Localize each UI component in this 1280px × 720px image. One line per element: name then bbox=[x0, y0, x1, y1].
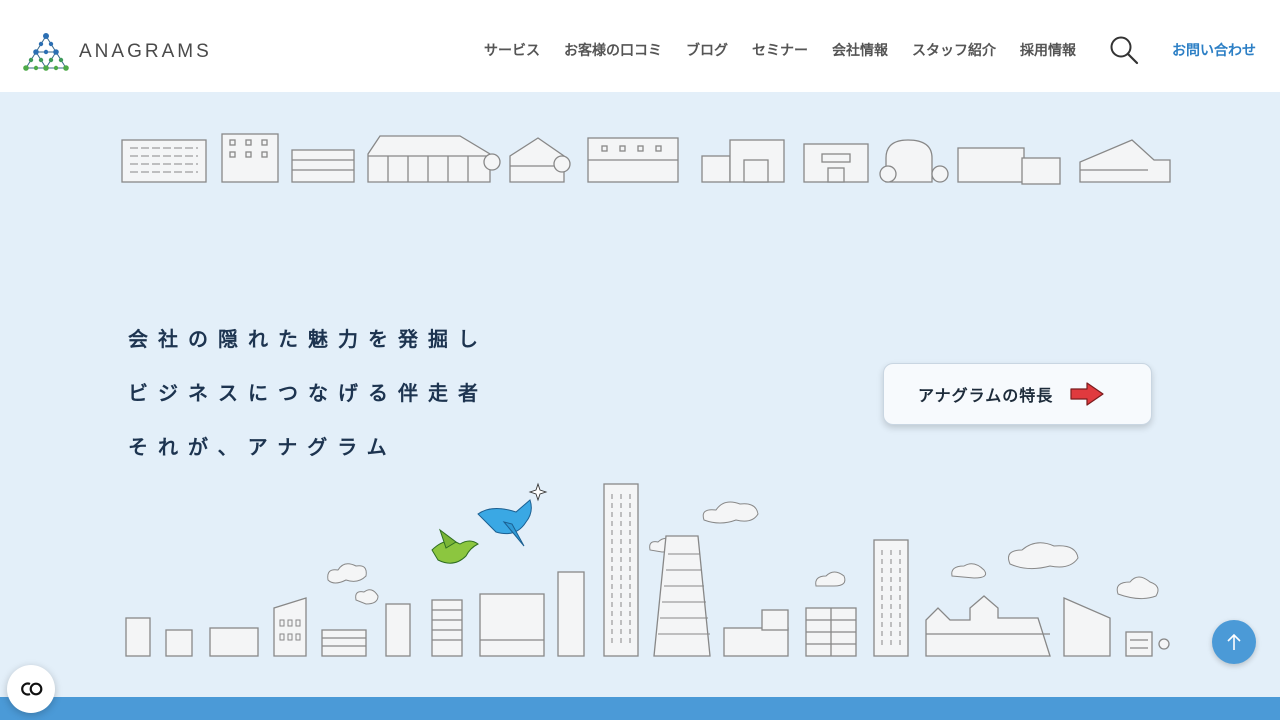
nav-item-company[interactable]: 会社情報 bbox=[832, 40, 888, 60]
accessibility-button[interactable] bbox=[7, 665, 55, 713]
site-header: ANAGRAMS サービス お客様の口コミ ブログ セミナー 会社情報 スタッフ… bbox=[0, 0, 1280, 92]
nav-item-seminar[interactable]: セミナー bbox=[752, 40, 808, 60]
nav-item-blog[interactable]: ブログ bbox=[686, 40, 728, 60]
hero-tagline: 会社の隠れた魅力を発掘し ビジネスにつなげる伴走者 それが、アナグラム bbox=[128, 324, 488, 486]
skyline-top-illustration bbox=[121, 133, 1171, 185]
nav-item-recruit[interactable]: 採用情報 bbox=[1020, 40, 1076, 60]
logo-mark-icon bbox=[23, 33, 69, 71]
nav-item-reviews[interactable]: お客様の口コミ bbox=[564, 40, 662, 60]
skyline-bottom-illustration bbox=[125, 482, 1170, 657]
arrow-up-icon bbox=[1227, 633, 1241, 650]
tagline-line-1: 会社の隠れた魅力を発掘し bbox=[128, 327, 488, 351]
features-button[interactable]: アナグラムの特長 bbox=[883, 363, 1152, 425]
red-arrow-icon bbox=[1070, 382, 1104, 406]
footer-band bbox=[0, 697, 1280, 720]
search-icon[interactable] bbox=[1108, 34, 1140, 66]
nav-item-staff[interactable]: スタッフ紹介 bbox=[912, 40, 996, 60]
logo[interactable]: ANAGRAMS bbox=[22, 30, 212, 74]
contact-link[interactable]: お問い合わせ bbox=[1172, 40, 1256, 60]
hero-section: 会社の隠れた魅力を発掘し ビジネスにつなげる伴走者 それが、アナグラム アナグラ… bbox=[0, 92, 1280, 698]
bird-green-icon bbox=[431, 528, 479, 564]
features-button-label: アナグラムの特長 bbox=[918, 386, 1054, 405]
scroll-to-top-button[interactable] bbox=[1212, 620, 1256, 664]
tagline-line-2: ビジネスにつなげる伴走者 bbox=[128, 381, 488, 405]
logo-text: ANAGRAMS bbox=[79, 41, 212, 62]
bird-blue-icon bbox=[477, 499, 532, 547]
nav-item-services[interactable]: サービス bbox=[484, 40, 540, 60]
accessibility-icon bbox=[21, 682, 43, 696]
main-nav: サービス お客様の口コミ ブログ セミナー 会社情報 スタッフ紹介 採用情報 bbox=[484, 40, 1076, 60]
